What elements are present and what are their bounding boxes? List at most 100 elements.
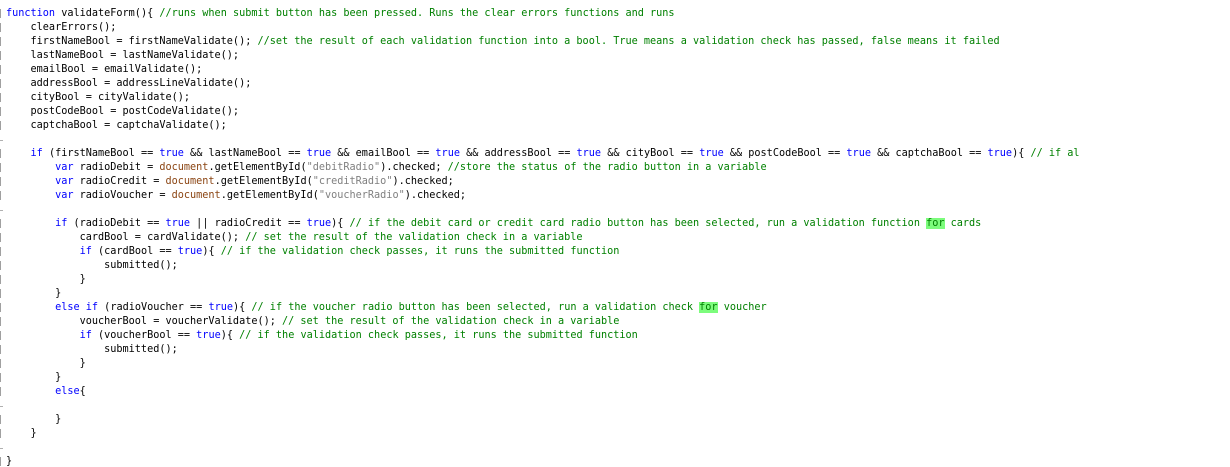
code-token: .getElementById( (214, 176, 313, 187)
code-token: true (159, 148, 184, 159)
code-line: lastNameBool = lastNameValidate(); (6, 49, 1080, 63)
code-token: if (79, 330, 92, 341)
code-token: document (171, 190, 221, 201)
code-line: else{ (6, 385, 1080, 399)
code-token: // if the debit card or credit card radi… (349, 218, 927, 229)
code-text-area[interactable]: function validateForm(){ //runs when sub… (6, 7, 1080, 467)
code-token: "voucherRadio" (318, 190, 405, 201)
code-token: ){ (220, 330, 240, 341)
fold-marker (0, 387, 4, 396)
fold-marker (0, 210, 2, 212)
code-token: submitted(); (6, 260, 178, 271)
code-line: var radioDebit = document.getElementById… (6, 161, 1080, 175)
code-token: document (159, 162, 209, 173)
code-token: // if the validation check passes, it ru… (220, 246, 620, 257)
code-line: var radioCredit = document.getElementByI… (6, 175, 1080, 189)
code-token: emailBool = emailValidate(); (6, 64, 203, 75)
code-token: true (699, 148, 724, 159)
fold-marker (0, 219, 4, 228)
code-line: voucherBool = voucherValidate(); // set … (6, 315, 1080, 329)
code-editor[interactable]: function validateForm(){ //runs when sub… (0, 0, 1230, 467)
code-token: } (6, 414, 62, 425)
fold-marker (0, 107, 4, 116)
code-line: emailBool = emailValidate(); (6, 63, 1080, 77)
code-line: } (6, 357, 1080, 371)
code-token: var (55, 162, 74, 173)
code-token: } (6, 456, 13, 467)
code-line: postCodeBool = postCodeValidate(); (6, 105, 1080, 119)
code-token: || radioCredit == (190, 218, 307, 229)
code-line: submitted(); (6, 343, 1080, 357)
code-token: true (165, 218, 191, 229)
fold-marker (0, 303, 4, 312)
code-token: (firstNameBool == (42, 148, 160, 159)
code-line: } (6, 273, 1080, 287)
code-token: radioVoucher = (73, 190, 172, 201)
code-line: cardBool = cardValidate(); // set the re… (6, 231, 1080, 245)
code-token: // if the voucher radio button has been … (251, 302, 700, 313)
code-token: voucherBool = voucherValidate(); (6, 316, 283, 327)
fold-marker (0, 359, 4, 368)
code-token: true (846, 148, 871, 159)
fold-marker (0, 140, 2, 142)
fold-gutter (0, 0, 4, 467)
code-line: if (firstNameBool == true && lastNameBoo… (6, 147, 1080, 161)
fold-marker (0, 345, 4, 354)
code-token: voucher (717, 302, 767, 313)
fold-marker (0, 247, 4, 256)
code-token: (voucherBool == (91, 330, 197, 341)
code-token: //store the status of the radio button i… (447, 162, 767, 173)
code-line: function validateForm(){ //runs when sub… (6, 7, 1080, 21)
code-token: for (926, 218, 945, 229)
code-token: //set the result of each validation func… (257, 36, 1000, 47)
code-token: if (79, 246, 92, 257)
code-token: (cardBool == (91, 246, 178, 257)
code-token: validateForm(){ (55, 8, 160, 19)
code-line: addressBool = addressLineValidate(); (6, 77, 1080, 91)
fold-marker (0, 23, 4, 32)
code-token: (radioVoucher == (98, 302, 209, 313)
fold-marker (0, 93, 4, 102)
code-token: radioDebit = (73, 162, 160, 173)
code-token: ){ (331, 218, 350, 229)
code-token: && emailBool == (331, 148, 436, 159)
code-line: } (6, 287, 1080, 301)
code-token: for (699, 302, 718, 313)
code-line: if (cardBool == true){ // if the validat… (6, 245, 1080, 259)
fold-marker (0, 163, 4, 172)
code-token: else (55, 302, 80, 313)
code-line: clearErrors(); (6, 21, 1080, 35)
code-token: && postCodeBool == (723, 148, 847, 159)
code-token: ){ (1012, 148, 1031, 159)
fold-marker (0, 261, 4, 270)
code-token: // set the result of the validation chec… (282, 316, 620, 327)
code-token: .getElementById( (208, 162, 307, 173)
fold-marker (0, 177, 4, 186)
code-token: && lastNameBool == (183, 148, 307, 159)
code-token: { (79, 386, 86, 397)
code-line: if (radioDebit == true || radioCredit ==… (6, 217, 1080, 231)
code-token: submitted(); (6, 344, 178, 355)
fold-marker (0, 37, 4, 46)
code-token: addressBool = addressLineValidate(); (6, 78, 252, 89)
code-token: true (435, 148, 460, 159)
fold-marker (0, 191, 4, 200)
code-token: // if al (1030, 148, 1080, 159)
code-line: } (6, 455, 1080, 467)
code-token: && cityBool == (601, 148, 700, 159)
fold-marker (0, 9, 4, 18)
code-token: } (6, 358, 86, 369)
code-line: var radioVoucher = document.getElementBy… (6, 189, 1080, 203)
fold-marker (0, 331, 4, 340)
code-line: captchaBool = captchaValidate(); (6, 119, 1080, 133)
